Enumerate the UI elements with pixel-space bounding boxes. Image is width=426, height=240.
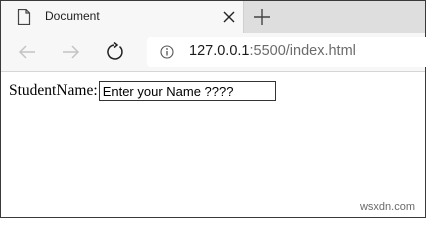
browser-toolbar: 127.0.0.1:5500/index.html (1, 33, 426, 72)
forward-arrow-icon[interactable] (61, 42, 81, 62)
plus-icon[interactable] (253, 8, 271, 26)
student-form: StudentName: (9, 81, 276, 101)
student-name-input[interactable] (98, 81, 276, 101)
tab-document[interactable]: Document (1, 1, 244, 33)
tab-title: Document (45, 9, 100, 23)
url-port-path: :5500/index.html (249, 43, 356, 59)
reload-icon[interactable] (105, 41, 125, 62)
url-host: 127.0.0.1 (189, 43, 250, 59)
tab-strip: Document (1, 1, 425, 33)
student-name-label: StudentName: (9, 82, 98, 99)
document-icon (17, 8, 31, 26)
address-bar[interactable]: 127.0.0.1:5500/index.html (147, 37, 426, 67)
page-content: StudentName: wsxdn.com (1, 72, 425, 217)
url-text: 127.0.0.1:5500/index.html (189, 43, 356, 59)
watermark: wsxdn.com (359, 201, 415, 213)
close-icon[interactable] (223, 10, 235, 23)
browser-window: Document 127.0.0.1:5500/index.html Stude… (0, 0, 426, 218)
back-arrow-icon[interactable] (17, 42, 37, 62)
info-icon[interactable] (160, 45, 174, 59)
